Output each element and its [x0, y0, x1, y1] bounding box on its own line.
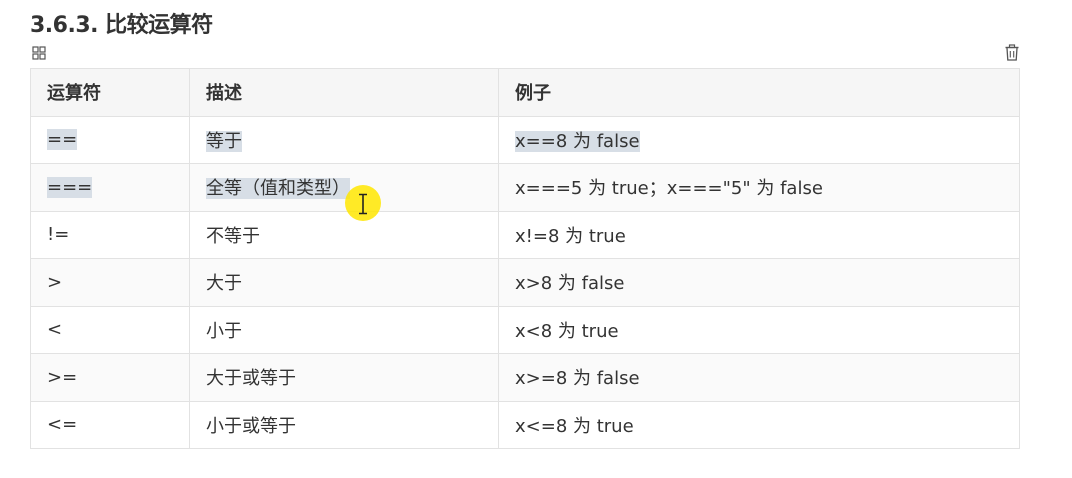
description-text: 小于或等于 — [206, 415, 296, 437]
example-cell[interactable]: x<8 为 true — [498, 305, 1020, 354]
example-text: x>8 为 false — [515, 273, 625, 295]
operator-cell[interactable]: != — [30, 210, 190, 259]
table-row: <= 小于或等于 x<=8 为 true — [30, 400, 1020, 449]
example-text: x!=8 为 true — [515, 225, 626, 247]
section-heading: 3.6.3. 比较运算符 — [30, 13, 213, 38]
description-text: 全等（值和类型） — [206, 178, 350, 200]
table-row: === 全等（值和类型） x===5 为 true；x==="5" 为 fals… — [30, 163, 1020, 212]
example-text: x>=8 为 false — [515, 368, 640, 390]
example-text: x<8 为 true — [515, 320, 619, 342]
example-cell[interactable]: x<=8 为 true — [498, 400, 1020, 449]
example-cell[interactable]: x==8 为 false — [498, 115, 1020, 164]
description-text: 小于 — [206, 320, 242, 342]
operator-cell[interactable]: <= — [30, 400, 190, 449]
operator-text: != — [47, 224, 70, 246]
operator-text: <= — [47, 414, 78, 436]
table-row: != 不等于 x!=8 为 true — [30, 210, 1020, 259]
description-text: 大于或等于 — [206, 368, 296, 390]
description-text: 大于 — [206, 273, 242, 295]
operator-text: >= — [47, 366, 78, 388]
table-row: == 等于 x==8 为 false — [30, 115, 1020, 164]
description-cell[interactable]: 小于 — [189, 305, 499, 354]
table-header-row: 运算符 描述 例子 — [30, 68, 1020, 117]
description-cell[interactable]: 大于或等于 — [189, 353, 499, 402]
description-text: 等于 — [206, 130, 242, 152]
operator-cell[interactable]: >= — [30, 353, 190, 402]
table-row: > 大于 x>8 为 false — [30, 258, 1020, 307]
operator-cell[interactable]: > — [30, 258, 190, 307]
grid-icon[interactable] — [32, 46, 46, 60]
operator-text: === — [47, 176, 93, 198]
description-cell[interactable]: 全等（值和类型） — [189, 163, 499, 212]
trash-icon[interactable] — [1004, 44, 1020, 61]
example-cell[interactable]: x===5 为 true；x==="5" 为 false — [498, 163, 1020, 212]
operator-cell[interactable]: == — [30, 115, 190, 164]
description-cell[interactable]: 大于 — [189, 258, 499, 307]
operator-text: > — [47, 271, 63, 293]
operator-cell[interactable]: === — [30, 163, 190, 212]
example-text: x==8 为 false — [515, 130, 640, 152]
description-cell[interactable]: 等于 — [189, 115, 499, 164]
description-cell[interactable]: 小于或等于 — [189, 400, 499, 449]
example-cell[interactable]: x!=8 为 true — [498, 210, 1020, 259]
operator-cell[interactable]: < — [30, 305, 190, 354]
example-cell[interactable]: x>8 为 false — [498, 258, 1020, 307]
example-text: x===5 为 true；x==="5" 为 false — [515, 178, 823, 200]
description-text: 不等于 — [206, 225, 260, 247]
example-cell[interactable]: x>=8 为 false — [498, 353, 1020, 402]
table-row: < 小于 x<8 为 true — [30, 305, 1020, 354]
comparison-operators-table: 运算符 描述 例子 == 等于 x==8 为 false === 全等（值和类型… — [30, 68, 1020, 449]
table-row: >= 大于或等于 x>=8 为 false — [30, 353, 1020, 402]
column-header-example[interactable]: 例子 — [498, 68, 1020, 117]
example-text: x<=8 为 true — [515, 415, 634, 437]
column-header-description[interactable]: 描述 — [189, 68, 499, 117]
column-header-operator[interactable]: 运算符 — [30, 68, 190, 117]
operator-text: == — [47, 129, 78, 151]
operator-text: < — [47, 319, 63, 341]
description-cell[interactable]: 不等于 — [189, 210, 499, 259]
